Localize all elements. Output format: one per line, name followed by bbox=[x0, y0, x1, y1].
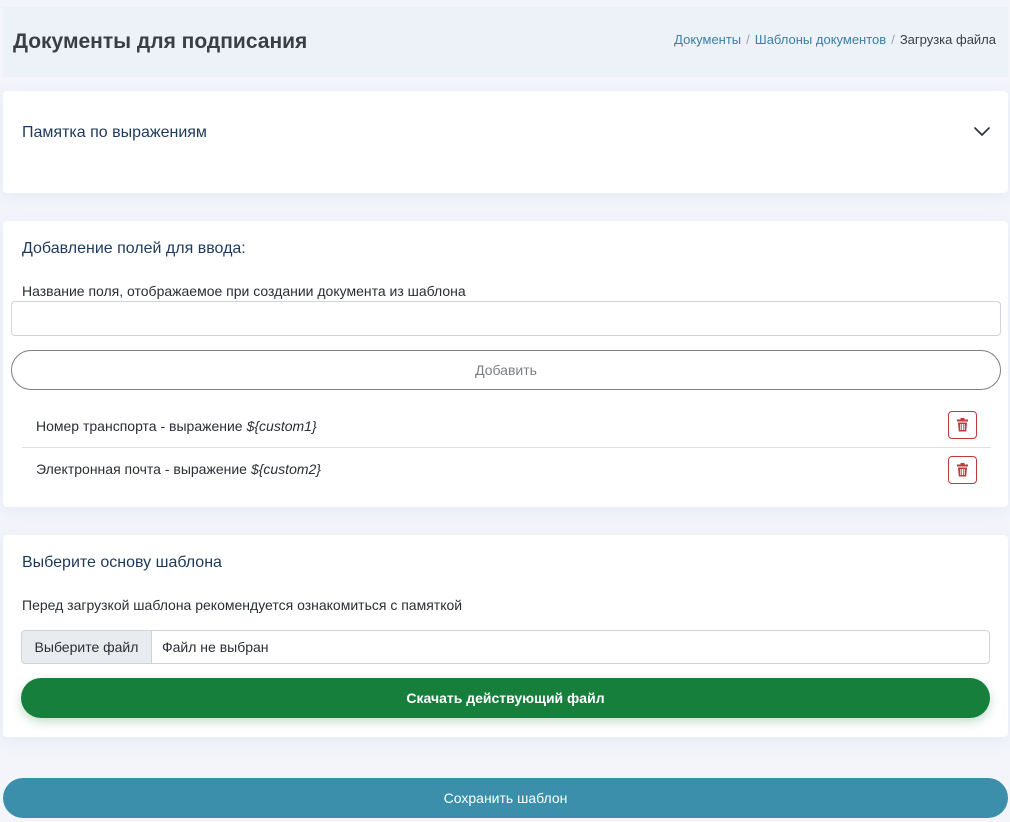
delete-field-button[interactable] bbox=[948, 456, 977, 484]
breadcrumb-templates[interactable]: Шаблоны документов bbox=[755, 32, 886, 47]
chevron-down-icon[interactable] bbox=[973, 124, 991, 138]
field-item-name: Электронная почта - выражение bbox=[36, 461, 247, 477]
delete-field-button[interactable] bbox=[948, 411, 977, 439]
fields-section-title: Добавление полей для ввода: bbox=[22, 240, 246, 257]
save-template-button[interactable]: Сохранить шаблон bbox=[3, 778, 1008, 818]
memo-accordion[interactable]: Памятка по выражениям bbox=[3, 91, 1008, 193]
field-name-label: Название поля, отображаемое при создании… bbox=[22, 283, 466, 299]
trash-icon bbox=[957, 418, 968, 432]
list-item: Электронная почта - выражение ${custom2} bbox=[22, 447, 991, 490]
base-section-hint: Перед загрузкой шаблона рекомендуется оз… bbox=[22, 597, 463, 613]
download-current-file-button[interactable]: Скачать действующий файл bbox=[21, 678, 990, 718]
add-field-button[interactable]: Добавить bbox=[11, 350, 1001, 390]
page-header: Документы для подписания Документы / Шаб… bbox=[3, 7, 1008, 77]
breadcrumb-current: Загрузка файла bbox=[899, 31, 996, 47]
trash-icon bbox=[957, 463, 968, 477]
breadcrumb-documents[interactable]: Документы bbox=[674, 32, 741, 47]
template-base-card: Выберите основу шаблона Перед загрузкой … bbox=[3, 535, 1008, 737]
breadcrumb-separator: / bbox=[891, 31, 895, 47]
fields-card: Добавление полей для ввода: Название пол… bbox=[3, 221, 1008, 507]
field-item-expression: ${custom1} bbox=[246, 417, 317, 434]
page-title: Документы для подписания bbox=[13, 30, 308, 53]
choose-file-button[interactable]: Выберите файл bbox=[22, 631, 152, 663]
field-name-input[interactable] bbox=[11, 301, 1001, 336]
field-item-name: Номер транспорта - выражение bbox=[36, 417, 243, 434]
breadcrumb: Документы / Шаблоны документов / Загрузк… bbox=[674, 32, 996, 47]
memo-title[interactable]: Памятка по выражениям bbox=[22, 124, 207, 142]
breadcrumb-separator: / bbox=[746, 31, 750, 47]
field-list: Номер транспорта - выражение ${custom1} … bbox=[22, 404, 991, 490]
field-item-expression: ${custom2} bbox=[250, 461, 321, 477]
file-picker[interactable]: Выберите файл Файл не выбран bbox=[21, 630, 990, 664]
file-status: Файл не выбран bbox=[162, 639, 269, 655]
base-section-title: Выберите основу шаблона bbox=[22, 554, 222, 571]
list-item: Номер транспорта - выражение ${custom1} bbox=[22, 404, 991, 447]
